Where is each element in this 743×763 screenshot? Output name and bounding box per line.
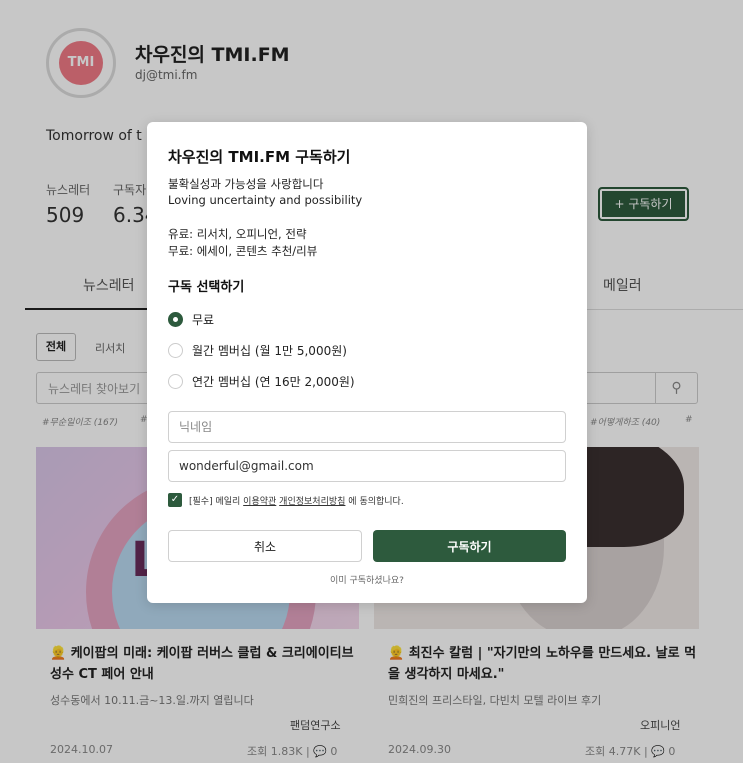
modal-description-line: 불확실성과 가능성을 사랑합니다: [168, 177, 324, 191]
plan-option-free[interactable]: 무료: [168, 311, 548, 329]
plan-option-label: 월간 멤버십 (월 1만 5,000원): [192, 344, 347, 358]
radio-button-checked[interactable]: [168, 312, 183, 327]
plan-option-monthly[interactable]: 월간 멤버십 (월 1만 5,000원): [168, 342, 548, 360]
already-subscribed-link[interactable]: 이미 구독하셨나요?: [147, 573, 587, 586]
subscribe-button[interactable]: 구독하기: [373, 530, 566, 562]
radio-button[interactable]: [168, 374, 183, 389]
subscribe-modal: 차우진의 TMI.FM 구독하기 불확실성과 가능성을 사랑합니다 Loving…: [147, 122, 587, 603]
agree-text: [필수] 메일리 이용약관 개인정보처리방침 에 동의합니다.: [189, 494, 404, 507]
modal-description-line: Loving uncertainty and possibility: [168, 193, 363, 207]
plan-section-title: 구독 선택하기: [168, 280, 245, 295]
agree-checkbox[interactable]: ✓: [168, 493, 182, 507]
privacy-link[interactable]: 개인정보처리방침: [279, 497, 345, 507]
plan-option-yearly[interactable]: 연간 멤버십 (연 16만 2,000원): [168, 373, 548, 391]
agree-prefix: [필수] 메일리: [189, 497, 241, 507]
plan-option-label: 무료: [192, 313, 215, 327]
nickname-field[interactable]: [168, 411, 566, 443]
modal-description-line: 유료: 리서치, 오피니언, 전략: [168, 227, 307, 241]
terms-link[interactable]: 이용약관: [243, 497, 276, 507]
email-field[interactable]: [168, 450, 566, 482]
cancel-button[interactable]: 취소: [168, 530, 362, 562]
modal-title: 차우진의 TMI.FM 구독하기: [168, 148, 351, 166]
radio-button[interactable]: [168, 343, 183, 358]
plan-option-label: 연간 멤버십 (연 16만 2,000원): [192, 375, 355, 389]
agree-suffix: 에 동의합니다.: [348, 497, 404, 507]
modal-description-line: 무료: 에세이, 콘텐츠 추천/리뷰: [168, 244, 318, 258]
agree-row[interactable]: ✓ [필수] 메일리 이용약관 개인정보처리방침 에 동의합니다.: [168, 492, 568, 508]
